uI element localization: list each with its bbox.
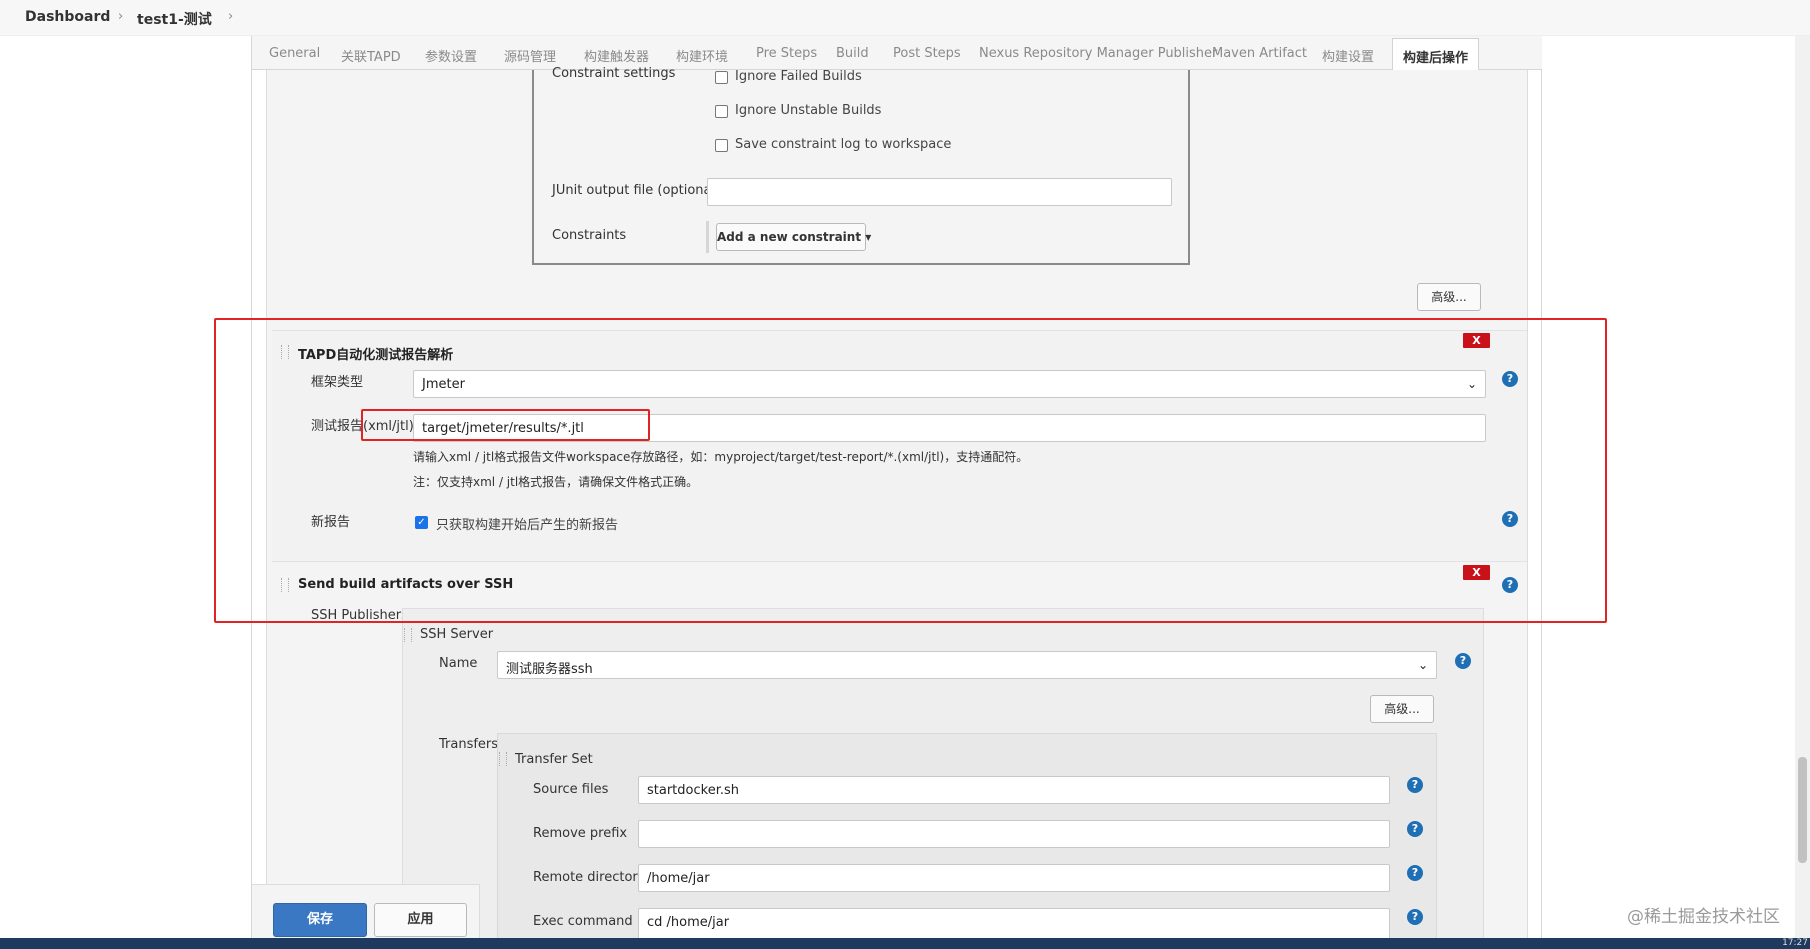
- constraints-list-bar: [706, 221, 709, 253]
- advanced-button[interactable]: 高级...: [1417, 283, 1481, 311]
- remove-prefix-label: Remove prefix: [533, 826, 628, 841]
- help-icon[interactable]: ?: [1407, 777, 1423, 793]
- tab-general[interactable]: General: [269, 46, 320, 61]
- help-icon[interactable]: ?: [1407, 909, 1423, 925]
- junit-output-label: JUnit output file (optional): [552, 183, 721, 198]
- tab-build-triggers[interactable]: 构建触发器: [584, 46, 649, 65]
- tab-maven-artifact[interactable]: Maven Artifact: [1212, 46, 1307, 61]
- constraint-settings-label: Constraint settings: [552, 66, 676, 81]
- scrollbar-thumb[interactable]: [1798, 757, 1807, 863]
- ignore-failed-builds-label: Ignore Failed Builds: [735, 69, 862, 84]
- transfers-label: Transfers: [439, 737, 499, 752]
- remote-directory-label: Remote directory: [533, 870, 646, 885]
- add-constraint-button[interactable]: Add a new constraint ▾: [716, 223, 871, 251]
- highlight-box-report: [361, 409, 650, 441]
- taskbar-clock: 17:27: [1782, 938, 1808, 948]
- os-taskbar: [0, 938, 1810, 949]
- breadcrumb-dashboard[interactable]: Dashboard: [25, 9, 110, 25]
- tab-source-control[interactable]: 源码管理: [504, 46, 556, 65]
- tab-build-environment[interactable]: 构建环境: [676, 46, 728, 65]
- ssh-advanced-button[interactable]: 高级...: [1370, 695, 1434, 723]
- ignore-unstable-builds-label: Ignore Unstable Builds: [735, 103, 882, 118]
- tab-parameters[interactable]: 参数设置: [425, 46, 477, 65]
- highlight-box-section: [214, 318, 1607, 623]
- ssh-name-label: Name: [439, 656, 478, 671]
- tab-build[interactable]: Build: [836, 46, 869, 61]
- junit-output-input[interactable]: [707, 178, 1172, 206]
- source-files-input[interactable]: startdocker.sh: [638, 776, 1390, 804]
- breadcrumb: Dashboard › test1-测试 ›: [0, 0, 1810, 36]
- add-constraint-label: Add a new constraint: [717, 230, 862, 244]
- ignore-unstable-builds-checkbox[interactable]: [715, 105, 728, 118]
- breadcrumb-job[interactable]: test1-测试: [137, 9, 212, 29]
- chevron-down-icon: ⌄: [1417, 658, 1428, 672]
- ignore-failed-builds-checkbox[interactable]: [715, 71, 728, 84]
- breadcrumb-separator-icon: ›: [118, 9, 124, 24]
- breadcrumb-dropdown-icon[interactable]: ›: [228, 9, 233, 24]
- tab-tapd[interactable]: 关联TAPD: [341, 46, 401, 65]
- remote-directory-input[interactable]: /home/jar: [638, 864, 1390, 892]
- chevron-down-icon: ▾: [865, 230, 872, 244]
- save-constraint-log-checkbox[interactable]: [715, 139, 728, 152]
- help-icon[interactable]: ?: [1407, 821, 1423, 837]
- save-button[interactable]: 保存: [273, 903, 367, 937]
- transfer-set-label: Transfer Set: [515, 752, 593, 767]
- exec-command-label: Exec command: [533, 914, 633, 929]
- tab-build-settings[interactable]: 构建设置: [1322, 46, 1374, 65]
- tab-nexus-publisher[interactable]: Nexus Repository Manager Publisher: [979, 46, 1217, 61]
- ssh-server-label: SSH Server: [420, 627, 494, 642]
- ssh-server-drag-handle[interactable]: [404, 628, 412, 642]
- ssh-name-select[interactable]: 测试服务器ssh ⌄: [497, 651, 1437, 679]
- constraints-label: Constraints: [552, 228, 627, 243]
- tab-post-build-actions[interactable]: 构建后操作: [1392, 38, 1480, 71]
- remove-prefix-input[interactable]: [638, 820, 1390, 848]
- tab-post-steps[interactable]: Post Steps: [893, 46, 961, 61]
- save-constraint-log-label: Save constraint log to workspace: [735, 137, 952, 152]
- help-icon[interactable]: ?: [1407, 865, 1423, 881]
- watermark: @稀土掘金技术社区: [1627, 907, 1780, 927]
- source-files-label: Source files: [533, 782, 609, 797]
- transfer-set-drag-handle[interactable]: [499, 752, 507, 766]
- tab-pre-steps[interactable]: Pre Steps: [756, 46, 817, 61]
- help-icon[interactable]: ?: [1455, 653, 1471, 669]
- ssh-name-value: 测试服务器ssh: [506, 662, 593, 677]
- apply-button[interactable]: 应用: [374, 903, 467, 937]
